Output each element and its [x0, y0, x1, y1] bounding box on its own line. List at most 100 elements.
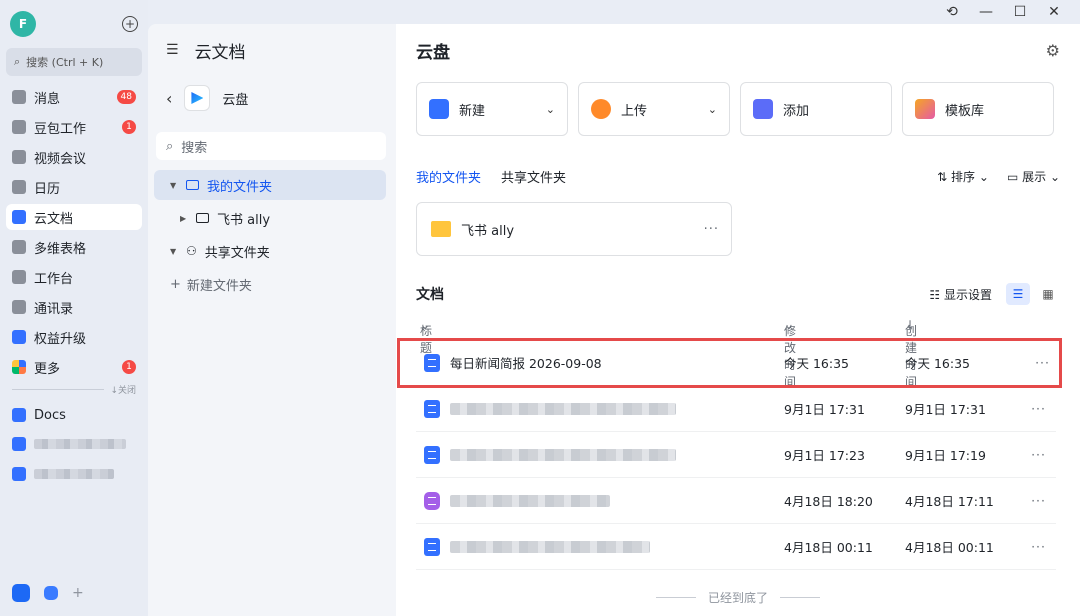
- divider: [780, 597, 820, 598]
- avatar[interactable]: F: [10, 11, 36, 37]
- space-name: 云盘: [222, 92, 249, 108]
- chevron-down-icon: ⌄: [707, 102, 717, 116]
- collapse-caret-icon[interactable]: ▶: [180, 214, 188, 223]
- pinned-divider: ↓关闭: [6, 382, 142, 396]
- add-icon[interactable]: +: [122, 16, 138, 32]
- new-button[interactable]: 新建 ⌄: [416, 82, 568, 136]
- new-folder-button[interactable]: + 新建文件夹: [148, 269, 396, 299]
- nav-item-upgrade[interactable]: 权益升级: [6, 324, 142, 350]
- gear-icon[interactable]: ⚙: [1046, 41, 1060, 60]
- tree-my-folder[interactable]: ▼ 我的文件夹: [154, 170, 386, 200]
- nav-item-meeting[interactable]: 视频会议: [6, 144, 142, 170]
- sidebar-title: 云文档: [194, 42, 246, 63]
- column-title[interactable]: 标题 ⌄: [420, 318, 432, 355]
- close-button[interactable]: ✕: [1044, 2, 1064, 22]
- docs-icon: [12, 210, 26, 224]
- doc-icon: [12, 437, 26, 451]
- more-icon[interactable]: ···: [1031, 493, 1046, 508]
- collapse-sidebar-icon[interactable]: ☰: [166, 42, 179, 58]
- tree-child-folder[interactable]: ▶ 飞书 ally: [154, 203, 386, 233]
- doc-created: 9月1日 17:19: [905, 448, 986, 463]
- nav-item-workplace[interactable]: 工作台: [6, 264, 142, 290]
- sort-label: 排序: [951, 169, 976, 184]
- end-of-list-text: 已经到底了: [707, 591, 768, 605]
- folder-card[interactable]: 飞书 ally ···: [416, 202, 732, 256]
- nav-item-base[interactable]: 多维表格: [6, 234, 142, 260]
- table-icon: [12, 240, 26, 254]
- nav-item-contacts[interactable]: 通讯录: [6, 294, 142, 320]
- upload-button[interactable]: 上传 ⌄: [578, 82, 730, 136]
- more-icon[interactable]: ···: [1031, 401, 1046, 416]
- global-search[interactable]: ⌕ 搜索 (Ctrl + K): [6, 48, 142, 76]
- show-button[interactable]: ▭ 展示 ⌄: [1007, 168, 1060, 185]
- doc-list: 每日新闻简报 2026-09-08 今天 16:35 今天 16:35 ··· …: [396, 338, 1080, 570]
- search-icon: ⌕: [14, 55, 21, 68]
- doc-icon: [424, 353, 440, 372]
- nav-item-doubao[interactable]: 豆包工作 1: [6, 114, 142, 140]
- more-icon[interactable]: ···: [704, 222, 719, 237]
- pinned-item-redacted[interactable]: [6, 462, 142, 486]
- pinned-item-redacted[interactable]: [6, 432, 142, 456]
- end-of-list: 已经到底了: [396, 589, 1080, 606]
- nav-item-messages[interactable]: 消息 48: [6, 84, 142, 110]
- more-icon[interactable]: ···: [1031, 447, 1046, 462]
- app-shortcut-icon[interactable]: [44, 586, 58, 600]
- main-header: 云盘 ⚙: [396, 24, 1080, 76]
- nav-label: 更多: [34, 361, 61, 377]
- sort-button[interactable]: ⇅ 排序 ⌄: [937, 168, 989, 185]
- nav-item-docs[interactable]: 云文档: [6, 204, 142, 230]
- display-icon: ▭: [1006, 169, 1019, 184]
- cloud-drive-main: 云盘 ⚙ 新建 ⌄ 上传 ⌄ 添加 模板库 我的文件夹 共享文件夹 ⇅ 排序 ⌄: [396, 24, 1080, 616]
- redacted-title: [450, 448, 676, 461]
- tree-shared-folder[interactable]: ▼ ⚇ 共享文件夹: [154, 236, 386, 266]
- redacted-title: [450, 402, 676, 415]
- docs-header: 文档 ☷ 显示设置 ☰ ▦: [396, 282, 1080, 306]
- more-icon[interactable]: ···: [1035, 355, 1050, 370]
- pinned-docs[interactable]: Docs: [6, 402, 142, 428]
- video-icon: [12, 150, 26, 164]
- feishu-logo-icon[interactable]: [12, 584, 30, 602]
- tab-shared-folder[interactable]: 共享文件夹: [501, 167, 566, 186]
- sort-icon: ⇅: [937, 169, 948, 184]
- sidebar-search-input[interactable]: ⌕ 搜索: [156, 132, 386, 160]
- table-row[interactable]: 9月1日 17:31 9月1日 17:31 ···: [416, 386, 1056, 432]
- expand-caret-icon[interactable]: ▼: [170, 247, 178, 256]
- divider: [655, 597, 696, 598]
- table-row[interactable]: 4月18日 18:20 4月18日 17:11 ···: [416, 478, 1056, 524]
- back-icon[interactable]: ‹: [166, 89, 172, 108]
- chat-icon: [12, 90, 26, 104]
- more-icon[interactable]: ···: [1031, 539, 1046, 554]
- table-row[interactable]: 4月18日 00:11 4月18日 00:11 ···: [416, 524, 1056, 570]
- unread-badge: 1: [122, 360, 136, 374]
- add-shortcut-icon[interactable]: +: [72, 585, 84, 601]
- tab-my-folder[interactable]: 我的文件夹: [416, 167, 481, 186]
- docs-sidebar: ☰ 云文档 ‹ 云盘 ⌕ 搜索 ▼ 我的文件夹 ▶ 飞书 ally ▼ ⚇ 共享…: [148, 24, 396, 616]
- doc-modified: 4月18日 00:11: [784, 540, 873, 555]
- table-row[interactable]: 9月1日 17:23 9月1日 17:19 ···: [416, 432, 1056, 478]
- docs-sidebar-header: ☰ 云文档: [148, 24, 396, 76]
- add-button[interactable]: 添加: [740, 82, 892, 136]
- template-library-button[interactable]: 模板库: [902, 82, 1054, 136]
- history-icon[interactable]: ⟲: [942, 2, 962, 22]
- column-created[interactable]: 创建时间 ↓: [905, 318, 917, 389]
- expand-caret-icon[interactable]: ▼: [170, 181, 178, 190]
- grid-icon: [12, 270, 26, 284]
- doc-modified: 今天 16:35: [784, 356, 849, 371]
- nav-label: 日历: [34, 181, 61, 197]
- table-row[interactable]: 每日新闻简报 2026-09-08 今天 16:35 今天 16:35 ···: [397, 338, 1062, 388]
- minimize-button[interactable]: —: [976, 2, 996, 22]
- close-pinned-button[interactable]: ↓关闭: [110, 383, 136, 396]
- maximize-button[interactable]: ☐: [1010, 2, 1030, 22]
- add-shortcut-icon: [753, 99, 773, 119]
- grid-view-icon[interactable]: ▦: [1036, 283, 1060, 305]
- nav-label: 消息: [34, 91, 61, 107]
- list-view-icon[interactable]: ☰: [1006, 283, 1030, 305]
- column-modified[interactable]: 修改时间 ⌄: [784, 318, 796, 389]
- display-settings-button[interactable]: ☷ 显示设置: [929, 286, 992, 303]
- nav-item-more[interactable]: 更多 1: [6, 354, 142, 380]
- global-search-placeholder: 搜索 (Ctrl + K): [26, 56, 104, 69]
- nav-item-calendar[interactable]: 日历: [6, 174, 142, 200]
- doc-icon: [12, 467, 26, 481]
- plus-icon: +: [170, 276, 181, 292]
- folder-tabs: 我的文件夹 共享文件夹: [416, 167, 566, 186]
